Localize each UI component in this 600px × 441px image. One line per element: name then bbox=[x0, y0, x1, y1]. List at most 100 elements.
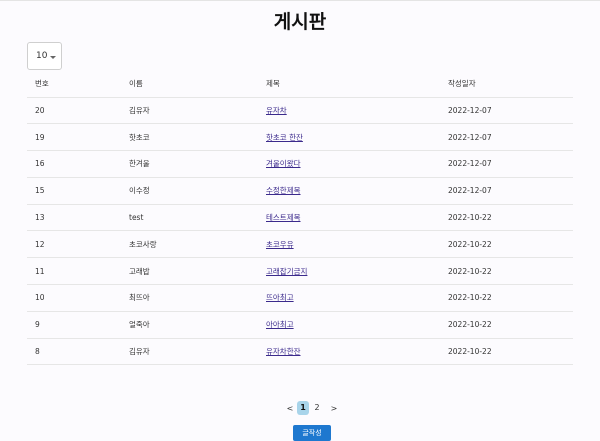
row-author-cell: 한겨울 bbox=[121, 150, 258, 178]
row-date: 2022-10-22 bbox=[448, 347, 492, 357]
row-title-link[interactable]: 유자차한잔 bbox=[266, 347, 301, 356]
row-author: 한겨울 bbox=[129, 159, 150, 169]
table-row: 8 김유자 유자차한잔 2022-10-22 bbox=[27, 338, 573, 366]
row-author-cell: 얼죽아 bbox=[121, 311, 258, 339]
row-number: 11 bbox=[35, 266, 45, 276]
row-title-link-cell: 테스트제목 bbox=[258, 204, 440, 232]
row-title-link[interactable]: 아아최고 bbox=[266, 320, 294, 329]
row-title-link-cell: 아아최고 bbox=[258, 311, 440, 339]
row-title-link-cell: 겨울이왔다 bbox=[258, 150, 440, 178]
row-author: 최뜨아 bbox=[129, 293, 150, 303]
row-date-cell: 2022-10-22 bbox=[440, 257, 573, 286]
row-date: 2022-12-07 bbox=[448, 105, 492, 115]
row-date: 2022-12-07 bbox=[448, 132, 492, 142]
row-author: test bbox=[129, 213, 144, 223]
page-button-1[interactable]: 1 bbox=[297, 401, 309, 415]
row-number-cell: 9 bbox=[27, 311, 121, 339]
table-row: 12 초코사랑 초코우유 2022-10-22 bbox=[27, 230, 573, 259]
row-number: 16 bbox=[35, 159, 45, 169]
row-title-link-cell: 초코우유 bbox=[258, 230, 440, 259]
row-number: 10 bbox=[35, 293, 45, 303]
page-size-value: 10 bbox=[36, 51, 48, 61]
row-date-cell: 2022-12-07 bbox=[440, 177, 573, 205]
row-date: 2022-12-07 bbox=[448, 186, 492, 196]
table-row: 19 핫초코 핫초코 한잔 2022-12-07 bbox=[27, 123, 573, 152]
row-date: 2022-12-07 bbox=[448, 159, 492, 169]
row-date-cell: 2022-10-22 bbox=[440, 284, 573, 312]
row-date-cell: 2022-10-22 bbox=[440, 338, 573, 366]
table-row: 16 한겨울 겨울이왔다 2022-12-07 bbox=[27, 150, 573, 178]
row-title-link[interactable]: 핫초코 한잔 bbox=[266, 133, 303, 142]
page-size-select[interactable]: 10 bbox=[27, 42, 62, 70]
row-number: 12 bbox=[35, 239, 45, 249]
table-header-row: 번호 이름 제목 작성일자 bbox=[27, 71, 573, 98]
row-number-cell: 19 bbox=[27, 123, 121, 152]
row-number-cell: 13 bbox=[27, 204, 121, 232]
table-row: 20 김유자 유자차 2022-12-07 bbox=[27, 97, 573, 125]
row-title-link-cell: 유자차 bbox=[258, 97, 440, 125]
row-author-cell: 김유자 bbox=[121, 338, 258, 366]
row-date: 2022-10-22 bbox=[448, 293, 492, 303]
table-row: 15 이수정 수정한제목 2022-12-07 bbox=[27, 177, 573, 205]
row-title-link[interactable]: 유자차 bbox=[266, 106, 287, 115]
row-number-cell: 16 bbox=[27, 150, 121, 178]
row-author-cell: 핫초코 bbox=[121, 123, 258, 152]
row-number: 20 bbox=[35, 105, 45, 115]
row-author: 얼죽아 bbox=[129, 320, 150, 330]
row-author-cell: test bbox=[121, 204, 258, 232]
row-title-link[interactable]: 초코우유 bbox=[266, 240, 294, 249]
row-number: 8 bbox=[35, 347, 40, 357]
row-author: 이수정 bbox=[129, 186, 150, 196]
row-number: 9 bbox=[35, 320, 40, 330]
table-row: 11 고래밥 고래잡기금지 2022-10-22 bbox=[27, 257, 573, 286]
table-row: 10 최뜨아 뜨아최고 2022-10-22 bbox=[27, 284, 573, 312]
row-date-cell: 2022-10-22 bbox=[440, 204, 573, 232]
row-title-link[interactable]: 겨울이왔다 bbox=[266, 159, 301, 168]
row-author: 고래밥 bbox=[129, 266, 150, 276]
row-date-cell: 2022-12-07 bbox=[440, 123, 573, 152]
row-number-cell: 15 bbox=[27, 177, 121, 205]
header-number: 번호 bbox=[27, 71, 121, 98]
row-number-cell: 11 bbox=[27, 257, 121, 286]
row-date-cell: 2022-10-22 bbox=[440, 311, 573, 339]
page-button-2[interactable]: 2 bbox=[311, 401, 323, 415]
row-number: 15 bbox=[35, 186, 45, 196]
row-author-cell: 초코사랑 bbox=[121, 230, 258, 259]
row-author: 초코사랑 bbox=[129, 239, 157, 249]
row-author: 김유자 bbox=[129, 347, 150, 357]
row-author-cell: 김유자 bbox=[121, 97, 258, 125]
header-name: 이름 bbox=[121, 71, 258, 98]
row-author: 핫초코 bbox=[129, 132, 150, 142]
row-number: 13 bbox=[35, 213, 45, 223]
row-number-cell: 20 bbox=[27, 97, 121, 125]
row-title-link[interactable]: 고래잡기금지 bbox=[266, 267, 307, 276]
row-title-link-cell: 고래잡기금지 bbox=[258, 257, 440, 286]
prev-page-button[interactable]: < bbox=[284, 404, 296, 413]
row-date-cell: 2022-12-07 bbox=[440, 97, 573, 125]
row-title-link[interactable]: 테스트제목 bbox=[266, 213, 301, 222]
row-title-link[interactable]: 수정한제목 bbox=[266, 186, 301, 195]
row-date: 2022-10-22 bbox=[448, 320, 492, 330]
row-date: 2022-10-22 bbox=[448, 266, 492, 276]
row-number: 19 bbox=[35, 132, 45, 142]
row-date-cell: 2022-12-07 bbox=[440, 150, 573, 178]
row-author: 김유자 bbox=[129, 105, 150, 115]
row-date: 2022-10-22 bbox=[448, 213, 492, 223]
row-number-cell: 10 bbox=[27, 284, 121, 312]
header-date: 작성일자 bbox=[440, 71, 573, 98]
row-author-cell: 이수정 bbox=[121, 177, 258, 205]
row-date: 2022-10-22 bbox=[448, 239, 492, 249]
row-number-cell: 12 bbox=[27, 230, 121, 259]
row-title-link-cell: 수정한제목 bbox=[258, 177, 440, 205]
row-title-link-cell: 뜨아최고 bbox=[258, 284, 440, 312]
header-title: 제목 bbox=[258, 71, 440, 98]
board-table: 번호 이름 제목 작성일자 20 김유자 유자차 2022-12-07 19 핫초코 핫초코… bbox=[27, 71, 573, 366]
row-author-cell: 최뜨아 bbox=[121, 284, 258, 312]
next-page-button[interactable]: > bbox=[328, 404, 340, 413]
page-title: 게시판 bbox=[273, 11, 327, 33]
row-title-link-cell: 핫초코 한잔 bbox=[258, 123, 440, 152]
table-row: 9 얼죽아 아아최고 2022-10-22 bbox=[27, 311, 573, 339]
row-title-link-cell: 유자차한잔 bbox=[258, 338, 440, 366]
row-title-link[interactable]: 뜨아최고 bbox=[266, 293, 294, 302]
top-divider bbox=[0, 0, 600, 1]
